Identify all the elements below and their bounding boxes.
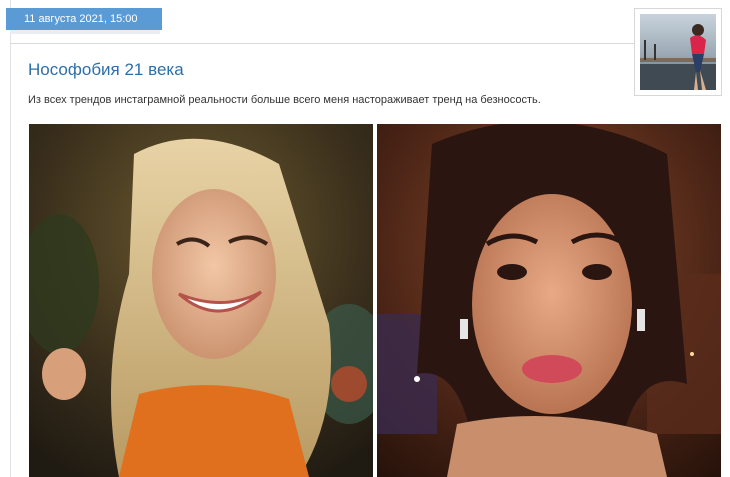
- photo-blonde-woman: [29, 124, 373, 477]
- content-left-border: [10, 0, 11, 477]
- header-divider: [10, 43, 720, 44]
- post-title[interactable]: Нософобия 21 века: [28, 60, 184, 80]
- author-avatar[interactable]: [640, 14, 716, 90]
- date-badge-shadow: [10, 30, 160, 34]
- avatar-image: [640, 14, 716, 90]
- photo-brunette-woman: [377, 124, 721, 477]
- author-avatar-frame[interactable]: [634, 8, 722, 96]
- post-date-badge: 11 августа 2021, 15:00: [6, 8, 162, 30]
- post-lead-text: Из всех трендов инстаграмной реальности …: [28, 94, 541, 106]
- post-photo-left[interactable]: [29, 124, 373, 477]
- post-photo-right[interactable]: [377, 124, 721, 477]
